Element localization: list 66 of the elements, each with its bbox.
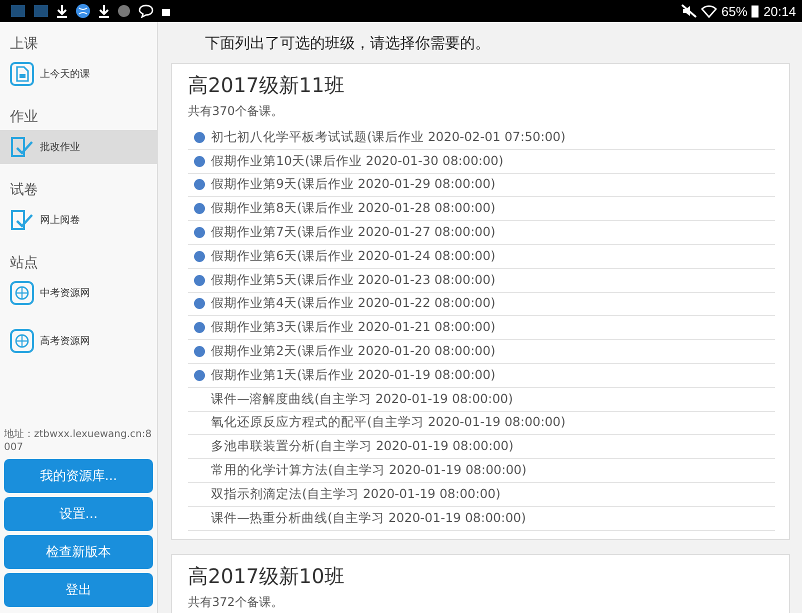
lesson-item[interactable]: 假期作业第1天(课后作业 2020-01-19 08:00:00) <box>211 366 496 384</box>
lesson-item[interactable]: 假期作业第8天(课后作业 2020-01-28 08:00:00) <box>211 200 496 218</box>
globe-icon <box>75 3 91 19</box>
sidebar-button[interactable]: 我的资源库... <box>4 459 153 493</box>
bullet-dot <box>194 274 205 286</box>
download-icon <box>56 4 68 18</box>
lesson-item[interactable]: 氧化还原反应方程式的配平(自主学习 2020-01-19 08:00:00) <box>211 414 566 432</box>
lesson-item[interactable]: 假期作业第9天(课后作业 2020-01-29 08:00:00) <box>211 176 496 194</box>
bullet-dot <box>194 132 205 143</box>
globe-icon <box>10 329 34 353</box>
record-icon <box>117 4 131 18</box>
section-heading: 站点 <box>9 254 39 272</box>
battery-icon <box>751 4 760 18</box>
class-title: 高2017级新11班 <box>188 72 346 99</box>
lesson-item[interactable]: 课件—热重分析曲线(自主学习 2020-01-19 08:00:00) <box>211 510 526 527</box>
lesson-item[interactable]: 假期作业第2天(课后作业 2020-01-20 08:00:00) <box>211 343 496 360</box>
bullet-dot <box>194 203 205 214</box>
sidebar-button[interactable]: 设置... <box>4 497 153 531</box>
lesson-count: 共有370个备课。 <box>188 103 284 120</box>
class-title: 高2017级新10班 <box>188 562 346 590</box>
instruction-text: 下面列出了可选的班级，请选择你需要的。 <box>204 34 491 53</box>
sidebar-button[interactable]: 登出 <box>4 573 153 607</box>
lesson-item[interactable]: 假期作业第5天(课后作业 2020-01-23 08:00:00) <box>211 272 496 289</box>
bullet-dot <box>194 156 205 167</box>
lesson-item[interactable]: 假期作业第3天(课后作业 2020-01-21 08:00:00) <box>211 319 496 336</box>
document-icon <box>10 62 34 86</box>
sidebar-item[interactable]: 上今天的课 <box>0 57 157 91</box>
lesson-item[interactable]: 课件—溶解度曲线(自主学习 2020-01-19 08:00:00) <box>211 390 513 408</box>
section-heading: 作业 <box>9 108 39 126</box>
bullet-dot <box>194 298 205 310</box>
checked-document-icon <box>10 209 34 231</box>
app-icon <box>33 4 49 18</box>
sidebar-item[interactable]: 中考资源网 <box>0 276 157 310</box>
sidebar-item[interactable]: 批改作业 <box>0 130 157 164</box>
bullet-dot <box>194 346 205 358</box>
lesson-item[interactable]: 假期作业第6天(课后作业 2020-01-24 08:00:00) <box>211 248 496 265</box>
mute-icon <box>681 4 698 18</box>
checked-document-icon <box>10 136 34 158</box>
bullet-dot <box>194 227 205 238</box>
bullet-dot <box>194 370 205 381</box>
sidebar-item[interactable]: 高考资源网 <box>0 324 157 358</box>
class-card[interactable] <box>171 63 790 540</box>
globe-icon <box>10 281 34 305</box>
lesson-item[interactable]: 假期作业第10天(课后作业 2020-01-30 08:00:00) <box>211 152 504 170</box>
sidebar-button[interactable]: 检查新版本 <box>4 535 153 569</box>
class-card[interactable]: 高2017级新10班 共有372个备课。 <box>171 554 790 613</box>
section-heading: 试卷 <box>9 181 39 199</box>
sidebar-item[interactable]: 网上阅卷 <box>0 203 157 237</box>
app-icon <box>10 4 26 18</box>
lesson-item[interactable]: 常用的化学计算方法(自主学习 2020-01-19 08:00:00) <box>211 462 526 480</box>
chat-bubble-icon <box>138 4 154 18</box>
clock: 20:14 <box>763 4 796 18</box>
section-heading: 上课 <box>9 35 39 53</box>
lesson-item[interactable]: 假期作业第4天(课后作业 2020-01-22 08:00:00) <box>211 295 496 312</box>
server-address: 地址：ztbwxx.lexuewang.cn:8007 <box>3 428 153 454</box>
battery-percent: 65% <box>721 4 748 18</box>
bullet-dot <box>194 250 205 262</box>
lesson-item[interactable]: 多池串联装置分析(自主学习 2020-01-19 08:00:00) <box>211 438 514 456</box>
download-icon <box>98 4 110 18</box>
lesson-item[interactable]: 假期作业第7天(课后作业 2020-01-27 08:00:00) <box>211 224 496 242</box>
lesson-count: 共有372个备课。 <box>188 594 284 611</box>
wifi-icon <box>701 4 718 18</box>
bullet-dot <box>194 179 205 190</box>
lesson-item[interactable]: 初七初八化学平板考试试题(课后作业 2020-02-01 07:50:00) <box>211 128 566 146</box>
lesson-item[interactable]: 双指示剂滴定法(自主学习 2020-01-19 08:00:00) <box>211 486 500 503</box>
bullet-dot <box>194 322 205 334</box>
